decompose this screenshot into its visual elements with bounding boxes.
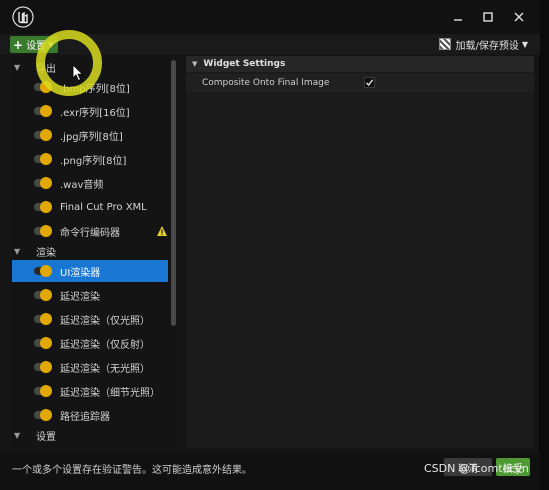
validation-message: 一个或多个设置存在验证警告。这可能造成意外结果。 xyxy=(12,465,252,476)
toggle-switch[interactable] xyxy=(34,201,52,213)
collapse-triangle-icon: ▼ xyxy=(192,60,198,68)
toggle-knob xyxy=(40,105,52,117)
toggle-switch[interactable] xyxy=(34,289,52,301)
item-label: .wav音频 xyxy=(60,179,104,191)
list-item[interactable]: Final Cut Pro XML xyxy=(12,196,168,218)
list-item[interactable]: 延迟渲染（细节光照） xyxy=(12,380,168,402)
checkmark-icon xyxy=(365,79,374,87)
list-item[interactable]: 延迟渲染（仅光照） xyxy=(12,308,168,330)
toggle-switch[interactable] xyxy=(34,177,52,189)
toggle-knob xyxy=(40,337,52,349)
toggle-switch[interactable] xyxy=(34,361,52,373)
widget-settings-header[interactable]: ▼ Widget Settings xyxy=(186,56,534,72)
watermark-text: CSDN @Tcomtecyn xyxy=(424,462,529,475)
list-item[interactable]: 延迟渲染 xyxy=(12,284,168,306)
collapse-triangle-icon: ▼ xyxy=(14,430,21,440)
scrollbar[interactable] xyxy=(171,60,176,326)
load-save-preset-button[interactable]: 加载/保存预设 ▼ xyxy=(439,36,528,52)
title-bar[interactable] xyxy=(0,0,540,34)
property-row: Composite Onto Final Image xyxy=(186,74,534,92)
item-label: UI渲染器 xyxy=(60,267,101,279)
maximize-icon[interactable] xyxy=(478,8,498,26)
toggle-switch[interactable] xyxy=(34,409,52,421)
item-label: 路径追踪器 xyxy=(60,411,110,423)
close-icon[interactable] xyxy=(509,8,529,26)
preset-icon xyxy=(439,38,452,50)
item-label: 延迟渲染（仅光照） xyxy=(60,315,150,327)
list-item[interactable]: 路径追踪器 xyxy=(12,404,168,426)
toggle-knob xyxy=(40,409,52,421)
collapse-triangle-icon: ▼ xyxy=(14,246,21,256)
item-label: Final Cut Pro XML xyxy=(60,201,147,213)
list-item[interactable]: .jpg序列[8位] xyxy=(12,124,168,146)
toggle-knob xyxy=(40,385,52,397)
plus-icon: + xyxy=(13,37,24,52)
warning-icon xyxy=(156,225,168,237)
highlight-circle-annotation xyxy=(36,30,102,96)
toggle-knob xyxy=(40,265,52,277)
toggle-switch[interactable] xyxy=(34,385,52,397)
item-label: .png序列[8位] xyxy=(60,155,127,167)
category-label: 设置 xyxy=(36,431,56,443)
toggle-switch[interactable] xyxy=(34,105,52,117)
item-label: 延迟渲染（无光照） xyxy=(60,363,150,375)
toggle-knob xyxy=(40,361,52,373)
list-item-selected[interactable]: UI渲染器 xyxy=(12,260,168,282)
toggle-switch[interactable] xyxy=(34,225,52,237)
toggle-knob xyxy=(40,153,52,165)
chevron-down-icon: ▼ xyxy=(521,39,528,49)
item-label: .exr序列[16位] xyxy=(60,107,130,119)
toggle-switch[interactable] xyxy=(34,313,52,325)
list-item[interactable]: .wav音频 xyxy=(12,172,168,194)
settings-list-panel: ▼ 导出 .bmp序列[8位] .exr序列[16位] .jpg序列[8位] .… xyxy=(10,56,180,448)
minimize-icon[interactable] xyxy=(448,8,468,26)
toggle-switch[interactable] xyxy=(34,265,52,277)
list-item[interactable]: 命令行编码器 xyxy=(12,220,168,242)
list-item[interactable]: 延迟渲染（无光照） xyxy=(12,356,168,378)
item-label: 命令行编码器 xyxy=(60,227,120,239)
unreal-engine-logo-icon xyxy=(12,6,34,28)
item-label: 延迟渲染（仅反射） xyxy=(60,339,150,351)
mouse-cursor-icon xyxy=(72,64,84,82)
toggle-knob xyxy=(40,177,52,189)
preset-label: 加载/保存预设 xyxy=(455,40,519,52)
item-label: 延迟渲染 xyxy=(60,291,100,303)
item-label: 延迟渲染（细节光照） xyxy=(60,387,160,399)
collapse-triangle-icon: ▼ xyxy=(14,62,21,72)
toggle-knob xyxy=(40,201,52,213)
list-item[interactable]: .png序列[8位] xyxy=(12,148,168,170)
composite-checkbox[interactable] xyxy=(364,77,375,88)
toggle-switch[interactable] xyxy=(34,129,52,141)
category-render[interactable]: ▼ 渲染 xyxy=(10,240,180,262)
section-title: Widget Settings xyxy=(203,59,286,69)
list-item[interactable]: 延迟渲染（仅反射） xyxy=(12,332,168,354)
toggle-knob xyxy=(40,313,52,325)
category-label: 渲染 xyxy=(36,247,56,259)
toggle-switch[interactable] xyxy=(34,337,52,349)
item-label: .jpg序列[8位] xyxy=(60,131,123,143)
toggle-knob xyxy=(40,225,52,237)
list-item[interactable]: .exr序列[16位] xyxy=(12,100,168,122)
category-settings[interactable]: ▼ 设置 xyxy=(10,424,180,446)
toggle-knob xyxy=(40,129,52,141)
property-label: Composite Onto Final Image xyxy=(202,78,330,88)
details-panel: ▼ Widget Settings Composite Onto Final I… xyxy=(186,56,534,448)
toggle-knob xyxy=(40,289,52,301)
toggle-switch[interactable] xyxy=(34,153,52,165)
